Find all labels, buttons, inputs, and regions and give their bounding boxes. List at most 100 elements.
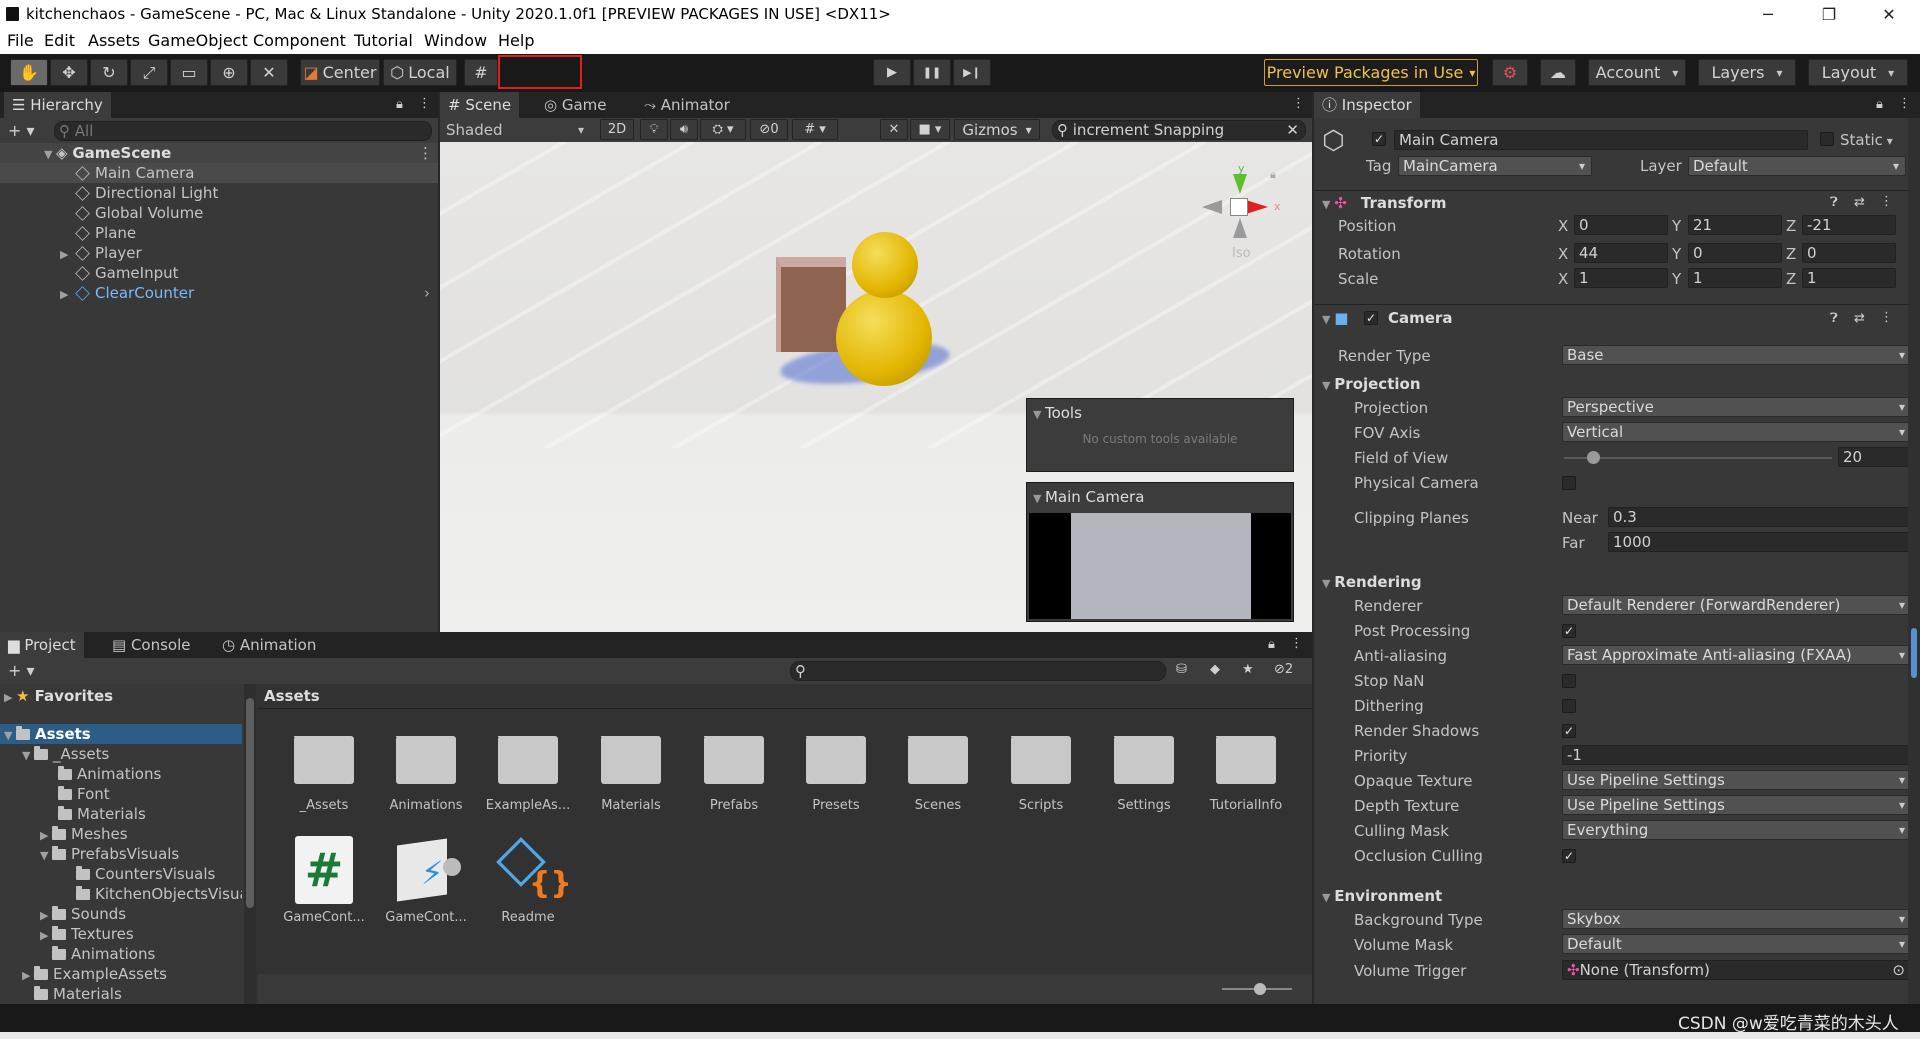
layers-dropdown[interactable]: Layers — [1698, 59, 1796, 86]
scale-x-input[interactable]: 1 — [1574, 268, 1668, 288]
menu-gameobject[interactable]: GameObject — [148, 31, 248, 50]
maximize-button[interactable]: ❐ — [1806, 2, 1852, 28]
tab-animation[interactable]: ◷ Animation — [214, 632, 324, 658]
fov-axis-dropdown[interactable]: Vertical — [1562, 422, 1912, 442]
lock-icon[interactable]: 🔒︎ — [1876, 97, 1883, 112]
orientation-gizmo[interactable]: y x 🔒︎ Iso — [1202, 162, 1282, 262]
tag-dropdown[interactable]: MainCamera — [1398, 156, 1592, 176]
object-name-input[interactable]: Main Camera — [1394, 130, 1808, 150]
tree-item[interactable]: Materials — [22, 984, 122, 1004]
hierarchy-item[interactable]: Main Camera — [0, 163, 438, 183]
more-menu-icon[interactable]: ⋮ — [1292, 96, 1305, 111]
tree-item[interactable]: ▶ Meshes — [40, 824, 128, 844]
asset-folder[interactable]: Scripts — [993, 736, 1089, 813]
tab-game[interactable]: ◎ Game — [536, 92, 615, 118]
chevron-right-icon[interactable]: › — [424, 283, 430, 303]
render-type-dropdown[interactable]: Base — [1562, 345, 1912, 365]
tab-hierarchy[interactable]: ☰ Hierarchy — [4, 92, 111, 118]
asset-folder[interactable]: ExampleAs... — [480, 736, 576, 813]
physical-camera-checkbox[interactable] — [1562, 476, 1576, 490]
assets-breadcrumb[interactable]: Assets — [264, 686, 320, 706]
more-menu-icon[interactable]: ⋮ — [1898, 96, 1911, 111]
transform-tool-button[interactable]: ⊕ — [210, 59, 248, 86]
position-x-input[interactable]: 0 — [1574, 215, 1668, 235]
preview-packages-button[interactable]: Preview Packages in Use ▾ — [1264, 59, 1478, 86]
layout-dropdown[interactable]: Layout — [1808, 59, 1908, 86]
scene-search-input[interactable]: ⚲ increment Snapping ✕ — [1052, 120, 1306, 140]
volume-trigger-field[interactable]: ✣None (Transform) ⊙ — [1562, 960, 1912, 980]
rotation-z-input[interactable]: 0 — [1802, 243, 1896, 263]
volume-mask-dropdown[interactable]: Default — [1562, 934, 1912, 954]
asset-folder[interactable]: _Assets — [276, 736, 372, 813]
fov-slider-thumb[interactable] — [1587, 451, 1601, 464]
clear-icon[interactable]: ✕ — [1286, 121, 1299, 139]
hierarchy-item[interactable]: Plane — [0, 223, 136, 243]
more-menu-icon[interactable]: ⋮ — [418, 96, 431, 111]
pivot-local-button[interactable]: ⬡ Local — [383, 59, 457, 86]
scene-row[interactable]: ▼ ◈ GameScene ⋮ — [0, 143, 438, 163]
menu-assets[interactable]: Assets — [88, 31, 140, 50]
asset-script[interactable]: # GameCont... — [276, 836, 372, 925]
hierarchy-item[interactable]: Directional Light — [0, 183, 218, 203]
far-input[interactable]: 1000 — [1608, 532, 1912, 552]
renderer-dropdown[interactable]: Default Renderer (ForwardRenderer) — [1562, 595, 1912, 615]
scale-y-input[interactable]: 1 — [1688, 268, 1782, 288]
opaque-texture-dropdown[interactable]: Use Pipeline Settings — [1562, 770, 1912, 790]
fov-slider-track[interactable] — [1564, 457, 1832, 459]
scale-tool-button[interactable]: ⤢ — [130, 59, 168, 86]
tree-item[interactable]: ▶ Sounds — [40, 904, 126, 924]
close-button[interactable]: ✕ — [1866, 2, 1912, 28]
hidden-objects-toggle[interactable]: ⊘ 0 — [750, 119, 788, 140]
menu-tutorial[interactable]: Tutorial — [354, 31, 413, 50]
create-plus-icon[interactable]: + ▾ — [8, 121, 35, 140]
asset-folder[interactable]: Animations — [378, 736, 474, 813]
inspector-scrollbar[interactable] — [1908, 118, 1920, 1004]
pivot-center-button[interactable]: ◪ Center — [300, 59, 380, 86]
tree-item[interactable]: ▼ _Assets — [22, 744, 109, 764]
rect-tool-button[interactable]: ▭ — [170, 59, 208, 86]
gizmos-dropdown[interactable]: Gizmos ▾ — [954, 119, 1040, 140]
menu-component[interactable]: Component — [253, 31, 346, 50]
mode-2d-button[interactable]: 2D — [600, 119, 634, 140]
post-processing-checkbox[interactable]: ✓ — [1562, 624, 1576, 638]
minimize-button[interactable]: ─ — [1745, 2, 1791, 28]
background-type-dropdown[interactable]: Skybox — [1562, 909, 1912, 929]
rotation-y-input[interactable]: 0 — [1688, 243, 1782, 263]
component-menu-icon[interactable]: ⋮ — [1880, 310, 1893, 325]
transform-header[interactable]: ▼ ✣ Transform — [1322, 191, 1446, 215]
grid-dropdown[interactable]: # ▾ — [792, 119, 838, 140]
play-button[interactable]: ▶ — [873, 59, 911, 86]
asset-readme[interactable]: {} Readme — [480, 836, 576, 925]
tab-console[interactable]: ▤ Console — [104, 632, 199, 658]
environment-section-header[interactable]: ▼ Environment — [1322, 884, 1442, 908]
position-z-input[interactable]: -21 — [1802, 215, 1896, 235]
rendering-section-header[interactable]: ▼ Rendering — [1322, 570, 1422, 594]
camera-preview-header[interactable]: ▼ Main Camera — [1033, 487, 1144, 507]
hierarchy-item[interactable]: ▶ ClearCounter › — [0, 283, 438, 303]
inspector-scroll-thumb[interactable] — [1911, 628, 1917, 678]
occlusion-culling-checkbox[interactable]: ✓ — [1562, 849, 1576, 863]
gizmo-lock-icon[interactable]: 🔒︎ — [1270, 168, 1276, 182]
gizmo-neg-x-axis[interactable] — [1202, 200, 1222, 214]
tree-scroll-thumb[interactable] — [246, 698, 254, 908]
tools-overlay-header[interactable]: ▼ Tools — [1033, 403, 1082, 423]
project-search-input[interactable]: ⚲ — [790, 661, 1166, 681]
step-button[interactable]: ▶❙ — [953, 59, 991, 86]
layer-dropdown[interactable]: Default — [1688, 156, 1906, 176]
camera-dropdown[interactable]: ■ ▾ — [910, 119, 950, 140]
static-checkbox[interactable] — [1820, 132, 1834, 146]
preset-icon[interactable]: ⇄ — [1854, 195, 1865, 210]
asset-folder[interactable]: Settings — [1096, 736, 1192, 813]
collab-button[interactable]: ⚙ — [1492, 59, 1528, 86]
hierarchy-search-input[interactable]: ⚲ All — [54, 121, 432, 141]
shading-mode-dropdown[interactable]: Shaded ▾ — [446, 120, 586, 140]
scene-menu-icon[interactable]: ⋮ — [418, 143, 433, 163]
create-plus-icon[interactable]: + ▾ — [8, 661, 35, 680]
help-icon[interactable]: ❓︎ — [1830, 195, 1838, 210]
asset-input-actions[interactable]: ⚡ GameCont... — [378, 836, 474, 925]
menu-edit[interactable]: Edit — [44, 31, 75, 50]
fov-input[interactable]: 20 — [1838, 447, 1912, 467]
lock-icon[interactable]: 🔒︎ — [396, 97, 403, 112]
tab-animator[interactable]: ⤳ Animator — [636, 92, 738, 118]
filter-label-icon[interactable]: ◆ — [1210, 662, 1220, 677]
